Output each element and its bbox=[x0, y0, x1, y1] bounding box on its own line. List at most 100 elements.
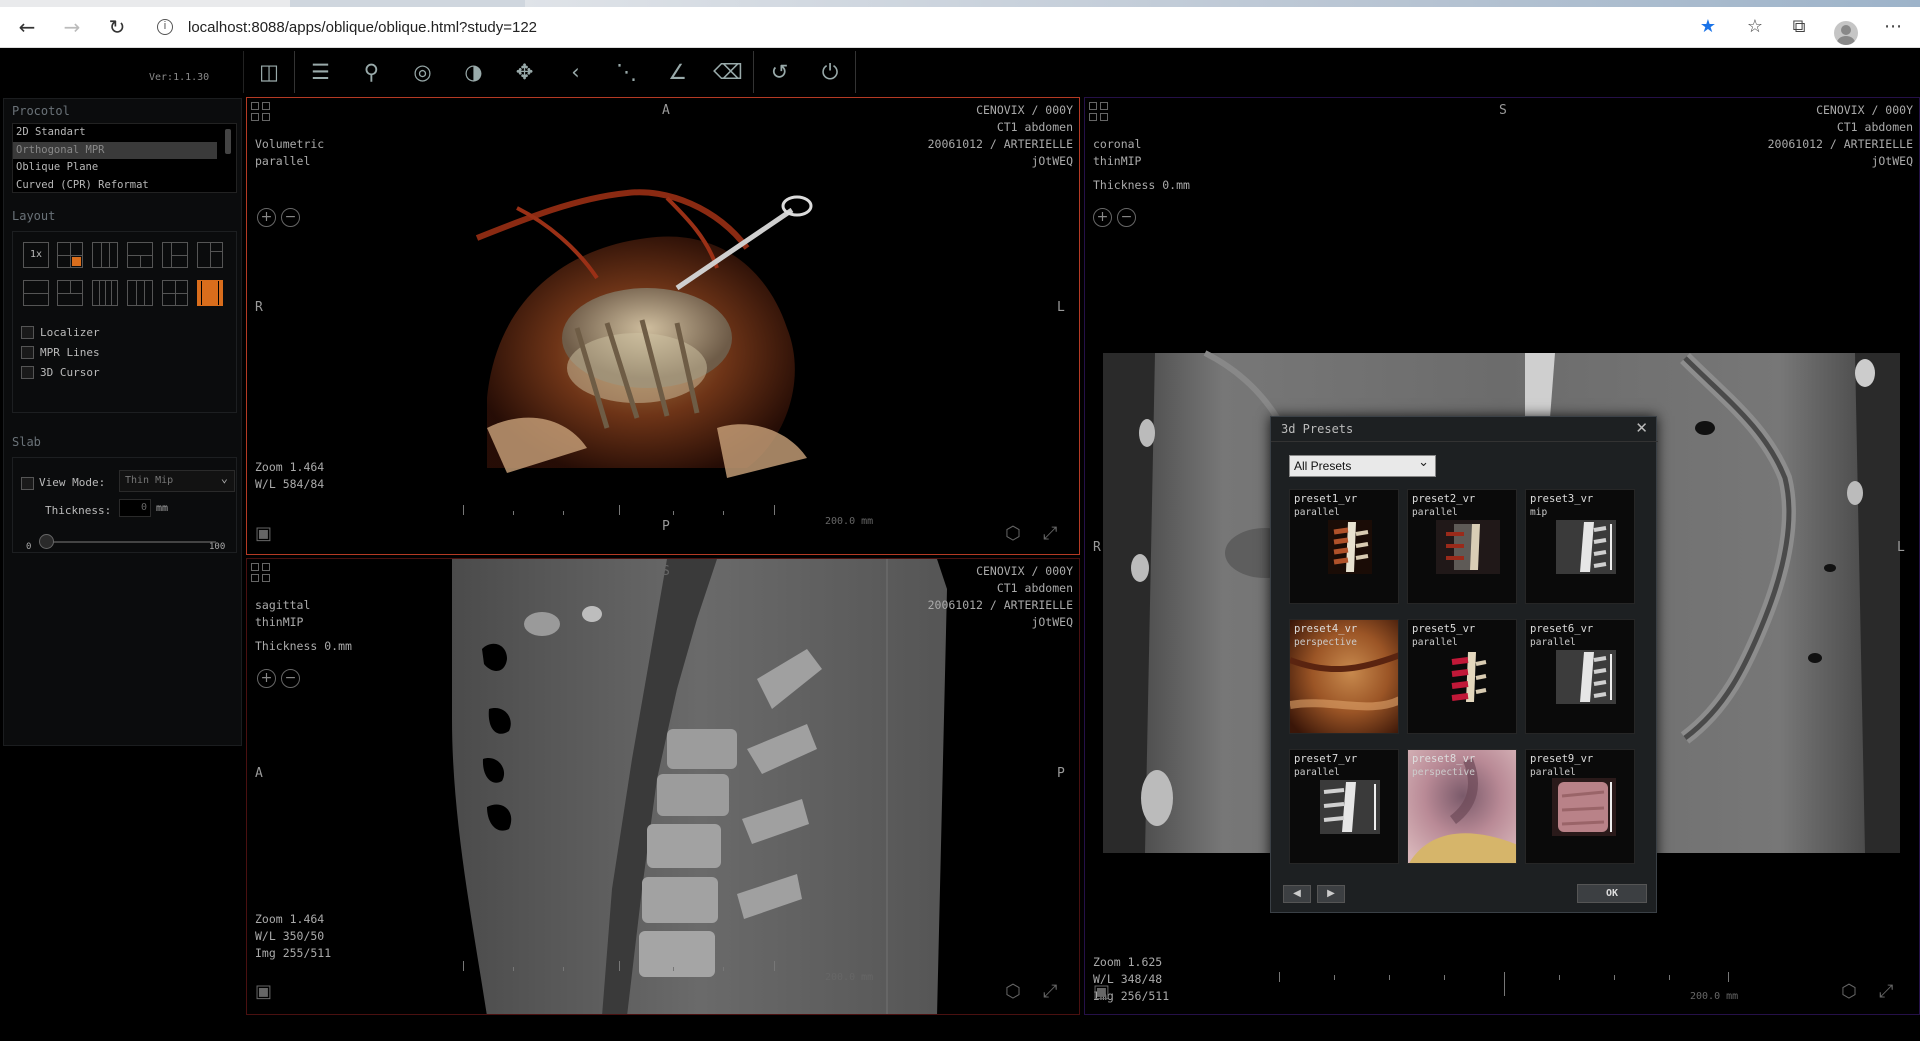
preset-card-1[interactable]: preset1_vr parallel bbox=[1289, 489, 1399, 604]
orientation-top: A bbox=[662, 103, 670, 118]
contrast-icon[interactable]: ◑ bbox=[448, 51, 499, 93]
presets-filter-select[interactable]: All Presets bbox=[1289, 452, 1436, 477]
expand-icon[interactable]: ⤢ bbox=[1879, 981, 1893, 1002]
zoom-out-icon[interactable]: − bbox=[1117, 208, 1136, 227]
layout-1x-button[interactable]: 1x bbox=[23, 242, 49, 268]
viewport-sagittal[interactable]: S A P CENOVIX / 000Y CT1 abdomen 2006101… bbox=[246, 558, 1080, 1015]
layout-2x2-button[interactable] bbox=[162, 280, 188, 306]
protocol-item-orthogonal-mpr[interactable]: Orthogonal MPR bbox=[13, 141, 217, 159]
cube-orientation-icon[interactable]: ⬡ bbox=[1005, 523, 1021, 544]
expand-icon[interactable]: ⤢ bbox=[1043, 981, 1057, 1002]
zoom-in-icon[interactable]: + bbox=[1093, 208, 1112, 227]
layout-2x2-accent-button[interactable] bbox=[57, 242, 83, 268]
layout-grid-icon[interactable] bbox=[251, 102, 273, 124]
layout-grid-icon[interactable] bbox=[1089, 102, 1111, 124]
layout-2row-split-button[interactable] bbox=[127, 242, 153, 268]
undo-icon[interactable]: ↺ bbox=[754, 51, 805, 93]
thickness-slider-handle[interactable] bbox=[39, 534, 54, 549]
chevron-left-icon[interactable]: ‹ bbox=[550, 51, 601, 93]
info-icon[interactable]: i bbox=[157, 19, 173, 35]
cube-orientation-icon[interactable]: ⬡ bbox=[1841, 981, 1857, 1002]
previous-page-button[interactable]: ◀ bbox=[1283, 885, 1311, 903]
thickness-input[interactable]: 0 bbox=[119, 499, 151, 517]
localizer-checkbox[interactable] bbox=[21, 325, 34, 339]
camera-icon[interactable]: ▣ bbox=[255, 523, 272, 544]
move-icon[interactable]: ✥ bbox=[499, 51, 550, 93]
url-input[interactable]: localhost:8088/apps/oblique/oblique.html… bbox=[188, 19, 537, 36]
3d-cursor-option[interactable]: 3D Cursor bbox=[21, 364, 100, 380]
preset-card-6[interactable]: preset6_vr parallel bbox=[1525, 619, 1635, 734]
favorites-icon[interactable]: ☆ bbox=[1744, 16, 1766, 38]
profile-avatar[interactable] bbox=[1834, 21, 1858, 45]
preset-thumbnail bbox=[1328, 520, 1372, 574]
preset-card-3[interactable]: preset3_vr mip bbox=[1525, 489, 1635, 604]
view-mode-select[interactable]: Thin Mip bbox=[119, 468, 235, 492]
protocol-list[interactable]: 2D Standart Orthogonal MPR Oblique Plane… bbox=[12, 123, 237, 193]
thickness-info: Thickness 0.mm bbox=[1093, 178, 1190, 192]
mpr-lines-option[interactable]: MPR Lines bbox=[21, 344, 100, 360]
next-page-button[interactable]: ▶ bbox=[1317, 885, 1345, 903]
layout-cols-split-button[interactable] bbox=[197, 242, 223, 268]
preset-card-8[interactable]: preset8_vr perspective bbox=[1407, 749, 1517, 864]
zoom-out-icon[interactable]: − bbox=[281, 669, 300, 688]
eraser-icon[interactable]: ⌫ bbox=[703, 51, 754, 93]
localizer-option[interactable]: Localizer bbox=[21, 324, 100, 340]
forward-icon[interactable]: → bbox=[60, 15, 84, 39]
collections-icon[interactable]: ⧉ bbox=[1788, 16, 1810, 38]
slider-max-label: 100 bbox=[209, 542, 226, 552]
cube-icon[interactable]: ◫ bbox=[244, 51, 295, 93]
layout-3col-button[interactable] bbox=[92, 242, 118, 268]
zoom-out-icon[interactable]: − bbox=[281, 208, 300, 227]
layout-2row-button[interactable] bbox=[23, 280, 49, 306]
image-index: Img 255/511 bbox=[255, 946, 332, 960]
protocol-scrollbar[interactable] bbox=[225, 129, 231, 154]
expand-icon[interactable]: ⤢ bbox=[1043, 523, 1057, 544]
protocol-item-2d-standart[interactable]: 2D Standart bbox=[13, 124, 217, 142]
layout-grid-icon[interactable] bbox=[251, 563, 273, 585]
preset-type: parallel bbox=[1294, 767, 1340, 778]
thickness-unit: mm bbox=[156, 503, 169, 514]
preset-type: perspective bbox=[1412, 767, 1475, 778]
3d-cursor-label: 3D Cursor bbox=[40, 365, 100, 379]
browser-tab[interactable] bbox=[0, 0, 290, 7]
layout-frame-button[interactable] bbox=[162, 242, 188, 268]
close-icon[interactable]: ✕ bbox=[1635, 419, 1648, 437]
layout-active-button[interactable] bbox=[197, 280, 223, 306]
orientation-top: S bbox=[662, 564, 670, 579]
angle-icon[interactable]: ∠ bbox=[652, 51, 703, 93]
ok-button[interactable]: OK bbox=[1577, 884, 1647, 903]
preset-card-4[interactable]: preset4_vr perspective bbox=[1289, 619, 1399, 734]
power-icon[interactable]: ⏻ bbox=[805, 51, 856, 93]
preset-card-7[interactable]: preset7_vr parallel bbox=[1289, 749, 1399, 864]
star-icon[interactable]: ★ bbox=[1697, 16, 1719, 38]
zoom-in-icon[interactable]: + bbox=[257, 208, 276, 227]
preset-card-5[interactable]: preset5_vr parallel bbox=[1407, 619, 1517, 734]
preset-card-2[interactable]: preset2_vr parallel bbox=[1407, 489, 1517, 604]
camera-icon[interactable]: ▣ bbox=[1093, 981, 1110, 1002]
layout-2row-3col-button[interactable] bbox=[57, 280, 83, 306]
preset-thumbnail bbox=[1320, 780, 1380, 834]
cube-orientation-icon[interactable]: ⬡ bbox=[1005, 981, 1021, 1002]
back-icon[interactable]: ← bbox=[15, 15, 39, 39]
3d-cursor-checkbox[interactable] bbox=[21, 365, 34, 379]
protocol-item-oblique-plane[interactable]: Oblique Plane bbox=[13, 159, 217, 177]
view-mode-checkbox[interactable] bbox=[21, 477, 34, 490]
zoom-in-icon[interactable]: + bbox=[257, 669, 276, 688]
preset-card-9[interactable]: preset9_vr parallel bbox=[1525, 749, 1635, 864]
viewport-volumetric[interactable]: A R L P CENOVIX / 000Y CT1 abdomen 20061… bbox=[246, 97, 1080, 555]
crosshair-icon[interactable]: ◎ bbox=[397, 51, 448, 93]
reload-icon[interactable]: ↻ bbox=[105, 15, 129, 39]
scale-label: 200.0 mm bbox=[825, 516, 874, 527]
patient-id: jOtWEQ bbox=[1031, 154, 1073, 168]
thickness-slider-track[interactable] bbox=[43, 541, 216, 543]
camera-icon[interactable]: ▣ bbox=[255, 981, 272, 1002]
layout-4col-button[interactable] bbox=[92, 280, 118, 306]
search-icon[interactable]: ⚲ bbox=[346, 51, 397, 93]
layout-3col-b-button[interactable] bbox=[127, 280, 153, 306]
measure-dotted-icon[interactable]: ⋱ bbox=[601, 51, 652, 93]
thickness-info: Thickness 0.mm bbox=[255, 639, 352, 653]
protocol-item-curved-cpr[interactable]: Curved (CPR) Reformat bbox=[13, 177, 217, 195]
menu-icon[interactable]: ☰ bbox=[295, 51, 346, 93]
mpr-lines-checkbox[interactable] bbox=[21, 345, 34, 359]
more-icon[interactable]: ⋯ bbox=[1882, 16, 1904, 38]
